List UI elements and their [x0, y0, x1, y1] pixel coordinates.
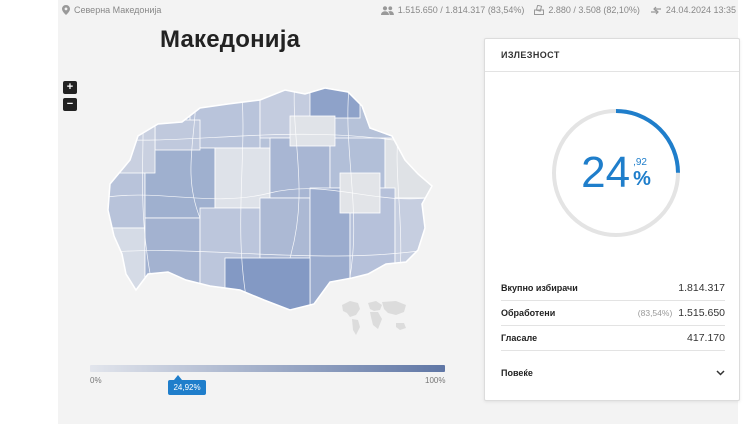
municipality-region[interactable] — [100, 227, 146, 318]
people-icon — [380, 5, 394, 15]
zoom-in-button[interactable]: + — [63, 81, 77, 94]
scale-min-label: 0% — [90, 376, 102, 385]
stat-row-label: Вкупно избирачи — [501, 283, 578, 293]
map-title: Македонија — [160, 26, 301, 53]
voters-processed-stat: 1.515.650 / 1.814.317 (83,54%) — [380, 5, 525, 15]
turnout-card-header: ИЗЛЕЗНОСТ — [485, 39, 739, 72]
stat-row-processed: Обработени (83,54%) 1.515.650 — [501, 301, 725, 326]
stat-row-total-voters: Вкупно избирачи 1.814.317 — [501, 276, 725, 301]
municipality-region[interactable] — [339, 172, 381, 214]
stat-row-label: Гласале — [501, 333, 538, 343]
stations-processed-value: 2.880 / 3.508 (82,10%) — [548, 5, 640, 15]
stations-processed-stat: 2.880 / 3.508 (82,10%) — [534, 5, 640, 15]
refresh-arrows-icon — [650, 6, 662, 15]
last-updated-stat: 24.04.2024 13:35 — [650, 5, 736, 15]
gauge-integer-value: 24 — [581, 148, 631, 197]
municipality-region[interactable] — [224, 257, 311, 318]
municipality-region[interactable] — [144, 147, 216, 219]
turnout-stats-list: Вкупно избирачи 1.814.317 Обработени (83… — [485, 276, 741, 351]
zoom-out-button[interactable]: − — [63, 98, 77, 111]
stat-row-value: 1.814.317 — [678, 282, 725, 294]
location-label: Северна Македонија — [74, 5, 162, 15]
municipality-region[interactable] — [144, 217, 201, 318]
turnout-gauge: 24 ,92 % — [548, 105, 684, 241]
page-margin-bottom — [0, 424, 750, 430]
stat-row-voted: Гласале 417.170 — [501, 326, 725, 351]
last-updated-value: 24.04.2024 13:35 — [665, 5, 736, 15]
page-margin-left — [0, 0, 58, 430]
gauge-decimal-value: ,92 — [633, 157, 647, 168]
more-label: Повеќе — [501, 368, 533, 378]
municipality-map[interactable] — [100, 78, 440, 318]
more-details-toggle[interactable]: Повеќе — [501, 362, 725, 384]
municipality-region[interactable] — [100, 117, 156, 174]
scale-current-marker[interactable]: 24,92% — [168, 375, 206, 395]
top-info-bar: Северна Македонија 1.515.650 / 1.814.317… — [58, 0, 738, 20]
location-breadcrumb[interactable]: Северна Македонија — [58, 5, 161, 15]
ballot-box-icon — [534, 5, 545, 15]
municipality-region[interactable] — [189, 78, 261, 149]
municipality-region[interactable] — [309, 78, 361, 119]
gauge-percent-sign: % — [633, 168, 651, 190]
municipality-region[interactable] — [100, 167, 146, 229]
scale-max-label: 100% — [425, 376, 446, 385]
stat-row-value: 1.515.650 — [678, 307, 725, 319]
stat-row-value: 417.170 — [687, 332, 725, 344]
location-pin-icon — [62, 5, 70, 15]
chevron-down-icon — [716, 368, 725, 378]
world-map-icon[interactable] — [338, 297, 412, 339]
voters-processed-value: 1.515.650 / 1.814.317 (83,54%) — [397, 5, 525, 15]
turnout-card: ИЗЛЕЗНОСТ 24 ,92 % Вкупно избирачи 1.814… — [484, 38, 740, 401]
turnout-scale-bar — [90, 365, 445, 372]
stat-row-label: Обработени — [501, 308, 556, 318]
municipality-region[interactable] — [289, 115, 336, 147]
stat-row-percent: (83,54%) — [637, 308, 673, 318]
